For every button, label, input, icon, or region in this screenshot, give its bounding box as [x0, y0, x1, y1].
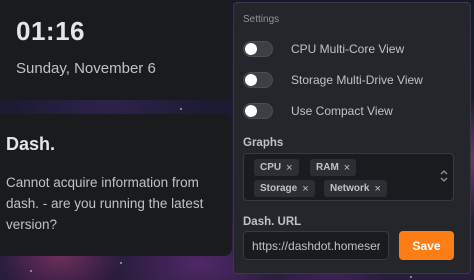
star [120, 262, 122, 264]
toggle-label: Use Compact View [291, 104, 393, 118]
chip-remove-icon[interactable]: × [286, 162, 292, 174]
dash-url-label: Dash. URL [243, 216, 302, 228]
chip-cpu: CPU × [254, 159, 299, 176]
toggle-cpu-multicore[interactable]: CPU Multi-Core View [243, 39, 404, 59]
toggle-label: Storage Multi-Drive View [291, 73, 423, 87]
chip-label: CPU [260, 162, 282, 173]
dash-widget-title: Dash. [6, 134, 56, 154]
star [30, 270, 32, 272]
save-button[interactable]: Save [399, 231, 454, 260]
dash-url-input[interactable] [243, 231, 389, 260]
chip-label: RAM [316, 162, 339, 173]
select-chevrons-icon[interactable] [439, 168, 449, 184]
chip-storage: Storage × [254, 180, 315, 197]
graphs-multiselect[interactable]: CPU × RAM × Storage × Network × [243, 153, 454, 201]
chip-ram: RAM × [310, 159, 357, 176]
dash-error-message: Cannot acquire information from dash. - … [6, 175, 204, 232]
toggle-storage-multidrive[interactable]: Storage Multi-Drive View [243, 70, 423, 90]
star [410, 276, 412, 278]
toggle-label: CPU Multi-Core View [291, 42, 405, 56]
chip-remove-icon[interactable]: × [374, 183, 380, 195]
star [180, 108, 182, 110]
clock-date: Sunday, November 6 [16, 60, 156, 77]
chip-label: Network [330, 183, 370, 194]
chip-label: Storage [260, 183, 298, 194]
clock-time: 01:16 [16, 16, 85, 46]
toggle-compact-view[interactable]: Use Compact View [243, 101, 393, 121]
clock-widget: 01:16 Sunday, November 6 [0, 0, 232, 100]
dash-widget: Dash. Cannot acquire information from da… [0, 114, 232, 256]
chip-remove-icon[interactable]: × [302, 183, 308, 195]
graphs-label: Graphs [243, 137, 284, 149]
switch-knob [245, 105, 257, 117]
settings-panel: Settings CPU Multi-Core View Storage Mul… [233, 2, 471, 274]
switch-knob [245, 74, 257, 86]
settings-heading: Settings [243, 14, 280, 25]
chip-network: Network × [324, 180, 387, 197]
compact-view-switch[interactable] [243, 103, 273, 119]
chip-remove-icon[interactable]: × [344, 162, 350, 174]
cpu-multicore-switch[interactable] [243, 41, 273, 57]
chevron-up-down-icon [440, 170, 448, 182]
storage-multidrive-switch[interactable] [243, 72, 273, 88]
switch-knob [245, 43, 257, 55]
